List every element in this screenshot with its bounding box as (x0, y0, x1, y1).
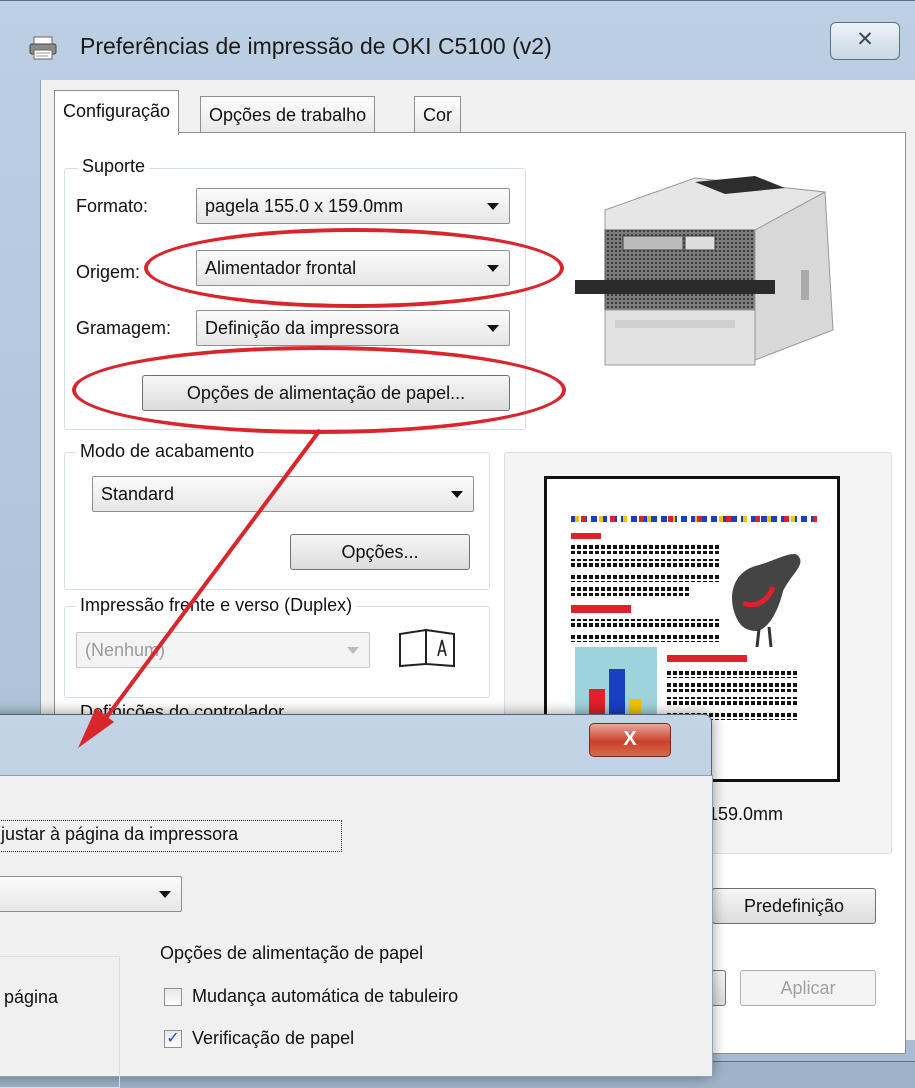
annotation-arrow (78, 428, 322, 748)
tab-configuracao[interactable]: Configuração (54, 90, 180, 135)
